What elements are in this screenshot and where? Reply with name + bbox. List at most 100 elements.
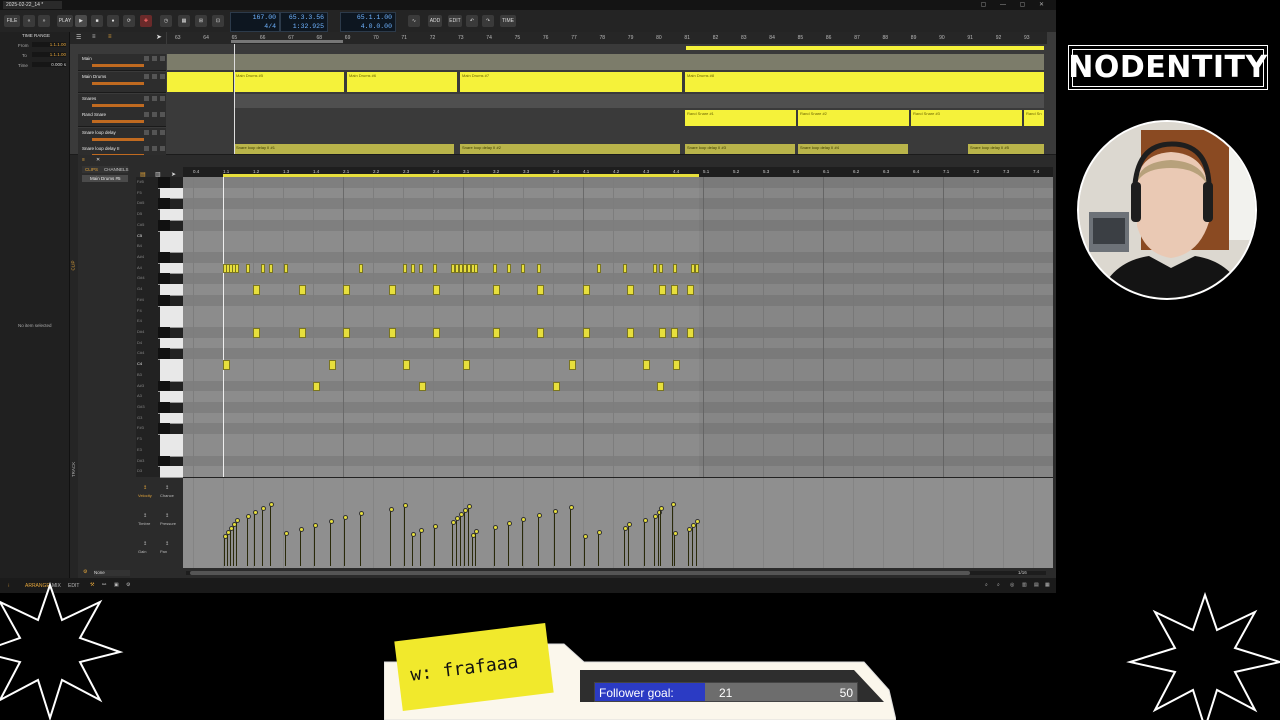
velocity-handle[interactable] — [403, 503, 408, 508]
loop-icon[interactable]: ⟳ — [123, 15, 135, 27]
piano-roll-grid[interactable] — [183, 177, 1053, 478]
midi-note[interactable] — [343, 328, 350, 338]
snare-delay-clip[interactable]: Snare loop delay II #3 — [685, 144, 795, 154]
rand-snare-clip[interactable]: Rand Snare #3 — [911, 110, 1022, 126]
midi-note[interactable] — [419, 263, 423, 274]
midi-note[interactable] — [253, 285, 260, 295]
mute-button[interactable] — [144, 96, 149, 101]
volume-slider[interactable] — [92, 64, 144, 67]
lane-icon[interactable]: ↥ — [165, 513, 169, 519]
arm-button[interactable] — [160, 146, 165, 151]
velocity-handle[interactable] — [521, 517, 526, 522]
midi-note[interactable] — [284, 263, 288, 274]
velocity-handle[interactable] — [246, 514, 251, 519]
midi-note[interactable] — [433, 328, 440, 338]
midi-note[interactable] — [553, 381, 560, 392]
add-device-icon[interactable]: ⊞ — [195, 15, 207, 27]
midi-note[interactable] — [627, 328, 634, 338]
velocity-handle[interactable] — [673, 531, 678, 536]
midi-note[interactable] — [411, 263, 415, 274]
velocity-handle[interactable] — [695, 519, 700, 524]
solo-button[interactable] — [152, 56, 157, 61]
midi-note[interactable] — [223, 360, 230, 370]
velocity-handle[interactable] — [419, 528, 424, 533]
editor-ruler[interactable]: 0.4 1.1 1.2 1.3 1.4 2.1 2.2 2.3 2.4 3.1 3.2 3.3 3.4 4… — [183, 167, 1053, 177]
midi-note[interactable] — [389, 328, 396, 338]
midi-note[interactable] — [419, 381, 426, 392]
volume-slider[interactable] — [92, 104, 144, 107]
snare-delay-clip[interactable]: Snare loop delay II #1 — [234, 144, 454, 154]
clip-side-label[interactable]: CLIP — [71, 260, 76, 270]
midi-note[interactable] — [343, 285, 350, 295]
overdub-icon[interactable]: ⊡ — [212, 15, 224, 27]
edit-button[interactable]: EDIT — [448, 15, 462, 27]
velocity-handle[interactable] — [284, 531, 289, 536]
list-icon[interactable]: ≡ — [92, 34, 96, 40]
play-label[interactable]: PLAY — [57, 15, 73, 27]
arm-button[interactable] — [160, 74, 165, 79]
solo-button[interactable] — [152, 146, 157, 151]
lane-label-chance[interactable]: Chance — [160, 493, 174, 498]
metronome-icon[interactable]: ◷ — [160, 15, 172, 27]
midi-note[interactable] — [433, 263, 437, 274]
mute-button[interactable] — [144, 112, 149, 117]
midi-note[interactable] — [657, 381, 664, 392]
lane-label-pan[interactable]: Pan — [160, 549, 167, 554]
velocity-handle[interactable] — [474, 529, 479, 534]
main-drums-clip[interactable]: Main Drums #5 — [234, 72, 344, 92]
arm-button[interactable] — [160, 56, 165, 61]
editor-hscroll-thumb[interactable] — [190, 571, 970, 575]
lane-icon[interactable]: ↥ — [165, 541, 169, 547]
layers-icon[interactable]: ≡ — [108, 34, 112, 40]
lane-icon[interactable]: ↥ — [143, 485, 147, 491]
velocity-lane[interactable] — [183, 477, 1053, 568]
record-icon[interactable]: ● — [107, 15, 119, 27]
main-drums-clip-short[interactable] — [167, 72, 233, 92]
velocity-handle[interactable] — [597, 530, 602, 535]
zoom-search-icon[interactable]: ⌕ — [985, 582, 988, 588]
mute-button[interactable] — [144, 146, 149, 151]
midi-note[interactable] — [627, 285, 634, 295]
pointer-tool-icon[interactable]: ➤ — [156, 33, 162, 41]
midi-note[interactable] — [246, 263, 250, 274]
velocity-handle[interactable] — [269, 502, 274, 507]
editor-zoom[interactable]: 1/16 — [1018, 570, 1027, 575]
volume-slider[interactable] — [92, 82, 144, 85]
keyboard-icon[interactable]: ▦ — [1045, 582, 1050, 588]
loop-region[interactable] — [231, 40, 343, 43]
midi-note[interactable] — [389, 285, 396, 295]
velocity-handle[interactable] — [329, 519, 334, 524]
midi-note[interactable] — [537, 263, 541, 274]
midi-note[interactable] — [537, 328, 544, 338]
lane-label-velocity[interactable]: Velocity — [138, 493, 152, 498]
velocity-handle[interactable] — [467, 504, 472, 509]
close-editor-icon[interactable]: ✕ — [96, 157, 100, 163]
midi-note[interactable] — [269, 263, 273, 274]
velocity-handle[interactable] — [389, 507, 394, 512]
arm-button[interactable] — [160, 96, 165, 101]
midi-note[interactable] — [687, 328, 694, 338]
project-tab[interactable]: 2025-02-22_14 * — [3, 1, 62, 9]
arm-button[interactable] — [160, 112, 165, 117]
footer-settings-icon[interactable]: ⚙ — [83, 569, 87, 575]
midi-note[interactable] — [493, 263, 497, 274]
piano-keyboard[interactable]: F#5 F5 D#5 D5 C#5 C5 B4 A#4 A4 G#4 G4 F#4 F4 E4 D#4 D4 C… — [136, 177, 183, 478]
mute-button[interactable] — [144, 74, 149, 79]
rewind-icon[interactable]: « — [23, 15, 35, 27]
volume-slider[interactable] — [92, 120, 144, 123]
arranger-ruler[interactable]: 63 64 65 66 67 68 69 70 71 72 73 74 75 76 77 78 79 80 81 82… — [167, 32, 1047, 44]
window-controls[interactable]: ▢ — ▢ ✕ — [981, 1, 1050, 8]
midi-note[interactable] — [463, 360, 470, 370]
midi-note[interactable] — [313, 381, 320, 392]
velocity-handle[interactable] — [643, 518, 648, 523]
file-menu-button[interactable]: FILE — [4, 15, 20, 27]
velocity-handle[interactable] — [299, 527, 304, 532]
midi-note[interactable] — [659, 328, 666, 338]
grid-icon[interactable]: ▦ — [178, 15, 190, 27]
midi-note[interactable] — [569, 360, 576, 370]
zoom-fit-icon[interactable]: ⌕ — [997, 582, 1000, 588]
solo-button[interactable] — [152, 112, 157, 117]
velocity-handle[interactable] — [507, 521, 512, 526]
midi-note[interactable] — [403, 360, 410, 370]
velocity-handle[interactable] — [359, 511, 364, 516]
